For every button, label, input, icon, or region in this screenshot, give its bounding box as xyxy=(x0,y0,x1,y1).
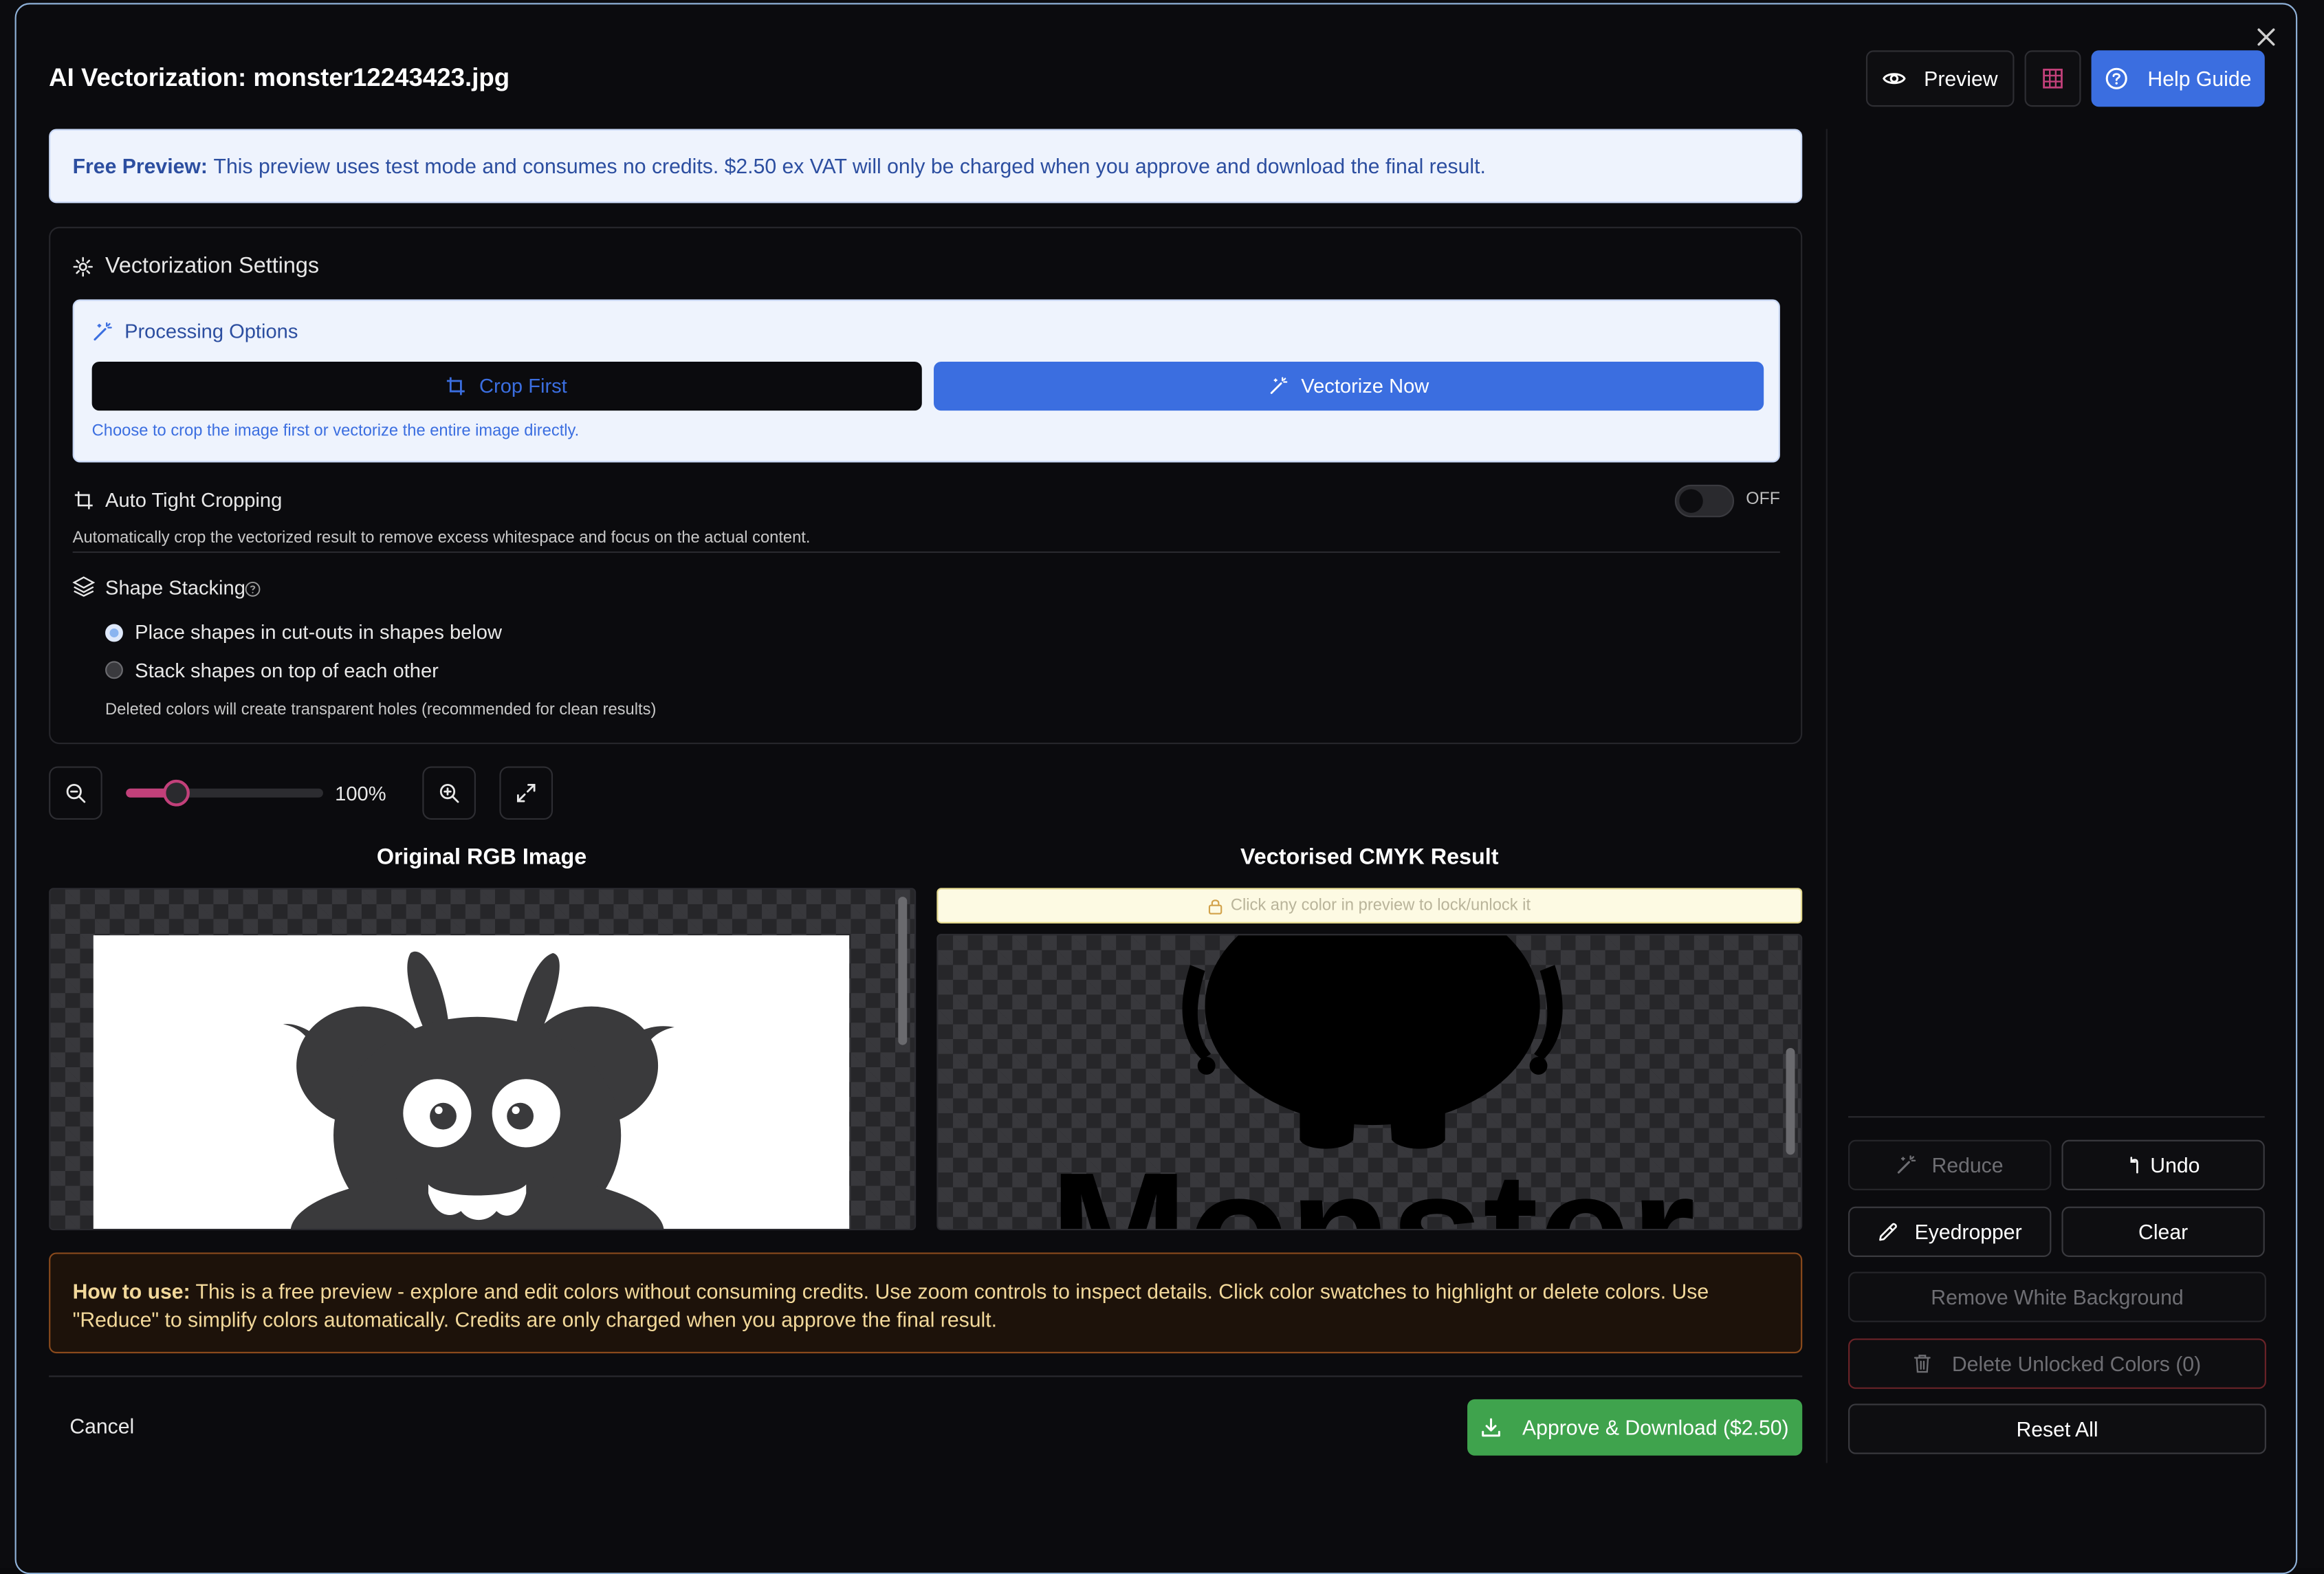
zoom-slider-track[interactable] xyxy=(126,779,323,807)
crop-icon xyxy=(74,491,93,510)
zoom-in-button[interactable] xyxy=(422,766,476,820)
zoom-out-button[interactable] xyxy=(49,766,102,820)
clear-label: Clear xyxy=(2138,1220,2189,1244)
undo-label: Undo xyxy=(2150,1153,2200,1177)
original-heading: Original RGB Image xyxy=(376,844,587,871)
clear-button[interactable]: Clear xyxy=(2061,1206,2265,1257)
eyedropper-button[interactable]: Eyedropper xyxy=(1848,1206,2052,1257)
reset-all-button[interactable]: Reset All xyxy=(1848,1403,2266,1454)
help-guide-button[interactable]: Help Guide xyxy=(2091,50,2265,107)
magic-wand-icon xyxy=(1898,1155,1917,1174)
magic-wand-icon xyxy=(94,322,112,341)
shape-stacking-label: Shape Stacking xyxy=(105,576,245,599)
vectorize-now-label: Vectorize Now xyxy=(1301,375,1429,397)
how-to-use-box: How to use: This is a free preview - exp… xyxy=(49,1252,1803,1354)
magic-wand-icon xyxy=(1270,377,1287,394)
sidebar-divider xyxy=(1826,129,1828,1463)
preview-button[interactable]: Preview xyxy=(1865,50,2015,107)
stacking-option-label: Place shapes in cut-outs in shapes below xyxy=(135,621,503,644)
crop-icon xyxy=(447,377,465,395)
layers-icon xyxy=(72,576,95,597)
settings-heading: Vectorization Settings xyxy=(105,253,320,279)
zoom-out-icon xyxy=(66,783,86,803)
close-icon xyxy=(2257,28,2275,46)
howto-text: This is a free preview - explore and edi… xyxy=(72,1279,1709,1331)
reset-all-label: Reset All xyxy=(2016,1417,2098,1441)
processing-options-title: Processing Options xyxy=(124,320,298,342)
stacking-option-label: Stack shapes on top of each other xyxy=(135,659,439,682)
vector-result-preview: Monster xyxy=(1050,935,1696,1230)
preview-label: Preview xyxy=(1924,67,1998,91)
crop-first-button[interactable]: Crop First xyxy=(91,361,922,411)
zoom-level: 100% xyxy=(335,783,386,805)
undo-button[interactable]: Undo xyxy=(2061,1139,2265,1190)
divider xyxy=(1848,1116,2265,1118)
toggle-knob xyxy=(1679,489,1703,513)
remove-white-background-button[interactable]: Remove White Background xyxy=(1848,1271,2266,1322)
auto-crop-description: Automatically crop the vectorized result… xyxy=(72,529,811,547)
crop-first-label: Crop First xyxy=(479,375,567,397)
scrollbar[interactable] xyxy=(1786,1048,1795,1155)
auto-crop-label: Auto Tight Cropping xyxy=(105,489,283,512)
gear-icon xyxy=(73,256,93,277)
monster-wordmark: Monster xyxy=(1050,1138,1696,1230)
vectorization-settings-card: Vectorization Settings Processing Option… xyxy=(49,226,1803,745)
download-icon xyxy=(1482,1418,1501,1437)
lock-icon xyxy=(1209,899,1223,914)
close-button[interactable] xyxy=(2251,22,2281,52)
trash-icon xyxy=(1914,1355,1931,1373)
fullscreen-button[interactable] xyxy=(499,766,553,820)
delete-unlocked-label: Delete Unlocked Colors (0) xyxy=(1951,1351,2202,1376)
reduce-button[interactable]: Reduce xyxy=(1848,1139,2052,1190)
divider xyxy=(49,1375,1803,1377)
result-image-panel[interactable]: Monster xyxy=(936,934,1803,1231)
grid-view-button[interactable] xyxy=(2024,50,2081,107)
divider xyxy=(72,551,1780,554)
result-heading: Vectorised CMYK Result xyxy=(1240,844,1499,871)
info-icon[interactable] xyxy=(245,581,261,598)
original-image xyxy=(93,935,850,1229)
reduce-label: Reduce xyxy=(1931,1153,2004,1177)
vectorization-dialog: AI Vectorization: monster12243423.jpg Pr… xyxy=(14,3,2298,1574)
zoom-in-icon xyxy=(439,783,459,803)
approve-download-label: Approve & Download ($2.50) xyxy=(1522,1415,1789,1440)
lock-hint-bar: Click any color in preview to lock/unloc… xyxy=(936,888,1803,923)
vectorize-now-button[interactable]: Vectorize Now xyxy=(934,361,1764,411)
stacking-option-cutouts[interactable] xyxy=(105,624,123,642)
stacking-note: Deleted colors will create transparent h… xyxy=(105,701,657,719)
grid-icon xyxy=(2043,68,2063,89)
zoom-slider-handle[interactable] xyxy=(164,779,190,807)
delete-unlocked-colors-button[interactable]: Delete Unlocked Colors (0) xyxy=(1848,1338,2266,1389)
auto-crop-toggle[interactable] xyxy=(1674,484,1735,518)
expand-icon xyxy=(516,783,536,802)
stacking-option-ontop[interactable] xyxy=(105,661,123,679)
dialog-title: AI Vectorization: monster12243423.jpg xyxy=(49,63,510,92)
auto-crop-state: OFF xyxy=(1746,490,1780,509)
eyedropper-icon xyxy=(1878,1223,1897,1241)
approve-download-button[interactable]: Approve & Download ($2.50) xyxy=(1467,1399,1803,1456)
free-preview-banner: Free Preview: This preview uses test mod… xyxy=(49,129,1803,204)
scrollbar[interactable] xyxy=(898,897,908,1045)
help-guide-label: Help Guide xyxy=(2147,67,2252,91)
eyedropper-label: Eyedropper xyxy=(1914,1220,2022,1244)
monster-illustration xyxy=(283,951,675,1229)
eye-icon xyxy=(1883,73,1906,85)
processing-options-box: Processing Options Crop First Vectorize … xyxy=(72,299,1780,463)
remove-white-label: Remove White Background xyxy=(1931,1285,2184,1309)
howto-bold: How to use: xyxy=(72,1279,190,1303)
lock-hint-text: Click any color in preview to lock/unloc… xyxy=(1230,897,1531,915)
question-circle-icon xyxy=(2105,67,2127,89)
undo-icon xyxy=(2129,1157,2138,1174)
banner-text: This preview uses test mode and consumes… xyxy=(213,154,1486,178)
banner-bold: Free Preview: xyxy=(72,154,208,178)
original-image-panel[interactable] xyxy=(49,888,917,1231)
processing-hint: Choose to crop the image first or vector… xyxy=(91,422,580,441)
cancel-button[interactable]: Cancel xyxy=(69,1414,134,1437)
